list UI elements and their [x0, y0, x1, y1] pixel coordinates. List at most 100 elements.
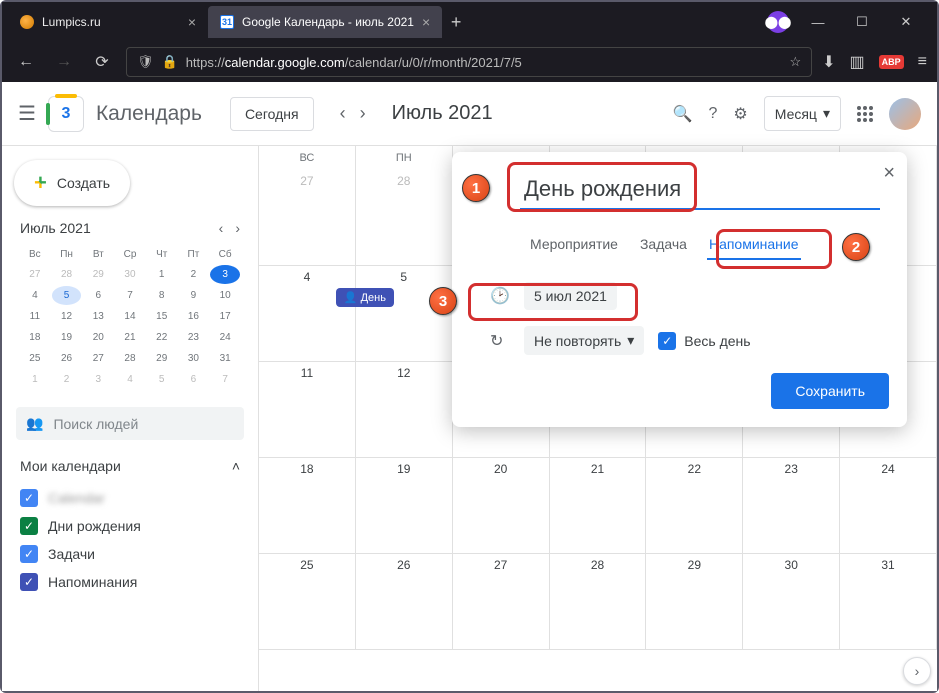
mini-day[interactable]: 4 — [115, 370, 145, 389]
apps-grid-icon[interactable] — [857, 106, 873, 122]
calendar-cell[interactable]: 11 — [259, 362, 356, 458]
tab-gcal[interactable]: 31 Google Календарь - июль 2021 × — [208, 6, 442, 38]
search-icon[interactable]: 🔍 — [673, 104, 693, 124]
mini-day[interactable]: 14 — [115, 307, 145, 326]
calendar-item[interactable]: ✓Calendar — [20, 484, 240, 512]
mini-day[interactable]: 2 — [179, 265, 209, 284]
mini-day[interactable]: 18 — [20, 328, 50, 347]
mini-day[interactable]: 31 — [210, 349, 240, 368]
mini-next-icon[interactable]: › — [235, 220, 240, 236]
mini-day[interactable]: 7 — [210, 370, 240, 389]
mini-day[interactable]: 17 — [210, 307, 240, 326]
create-button[interactable]: + Создать — [14, 160, 130, 206]
calendar-cell[interactable]: 24 — [840, 458, 937, 554]
minimize-button[interactable]: — — [803, 15, 833, 30]
mini-day[interactable]: 16 — [179, 307, 209, 326]
back-button[interactable]: ← — [12, 48, 40, 76]
date-picker[interactable]: 5 июл 2021 — [524, 282, 617, 310]
mini-day[interactable]: 1 — [20, 370, 50, 389]
settings-icon[interactable]: ⚙ — [733, 104, 747, 124]
calendar-item[interactable]: ✓Задачи — [20, 540, 240, 568]
calendar-cell[interactable]: 28 — [550, 554, 647, 650]
forward-button[interactable]: → — [50, 48, 78, 76]
calendar-item[interactable]: ✓Напоминания — [20, 568, 240, 596]
mini-day[interactable]: 27 — [20, 265, 50, 284]
mini-day[interactable]: 26 — [52, 349, 82, 368]
calendar-cell[interactable]: 20 — [453, 458, 550, 554]
bookmark-icon[interactable]: ☆ — [789, 54, 801, 70]
mini-day[interactable]: 3 — [83, 370, 113, 389]
calendar-cell[interactable]: 19 — [356, 458, 453, 554]
library-icon[interactable]: ▥ — [850, 52, 865, 72]
calendar-cell[interactable]: 25 — [259, 554, 356, 650]
calendar-cell[interactable]: 31 — [840, 554, 937, 650]
mini-day[interactable]: 13 — [83, 307, 113, 326]
mini-day[interactable]: 28 — [52, 265, 82, 284]
chevron-up-icon[interactable]: ˄ — [232, 458, 240, 474]
mini-day[interactable]: 15 — [147, 307, 177, 326]
calendar-cell[interactable]: 28 — [356, 170, 453, 266]
close-window-button[interactable]: ✕ — [891, 14, 921, 30]
mini-day[interactable]: 5 — [52, 286, 82, 305]
mini-day[interactable]: 20 — [83, 328, 113, 347]
event-title-input[interactable] — [520, 170, 880, 210]
tab-close-icon[interactable]: × — [422, 14, 430, 30]
maximize-button[interactable]: ☐ — [847, 14, 877, 30]
calendar-cell[interactable]: 27 — [453, 554, 550, 650]
mini-day[interactable]: 2 — [52, 370, 82, 389]
mini-day[interactable]: 29 — [147, 349, 177, 368]
popup-close-icon[interactable]: × — [883, 162, 895, 185]
menu-icon[interactable]: ≡ — [918, 53, 927, 71]
event-chip[interactable]: 👤 День — [336, 288, 394, 307]
mini-day[interactable]: 9 — [179, 286, 209, 305]
mini-day[interactable]: 21 — [115, 328, 145, 347]
prev-month-icon[interactable]: ‹ — [336, 99, 350, 128]
repeat-select[interactable]: Не повторять▾ — [524, 326, 644, 355]
mini-day[interactable]: 30 — [179, 349, 209, 368]
tab-event[interactable]: Мероприятие — [528, 230, 620, 260]
calendar-cell[interactable]: 30 — [743, 554, 840, 650]
calendar-cell[interactable]: 23 — [743, 458, 840, 554]
mini-day[interactable]: 6 — [83, 286, 113, 305]
mini-day[interactable]: 30 — [115, 265, 145, 284]
new-tab-button[interactable]: + — [442, 12, 470, 33]
tab-task[interactable]: Задача — [638, 230, 689, 260]
calendar-cell[interactable]: 21 — [550, 458, 647, 554]
mini-day[interactable]: 3 — [210, 265, 240, 284]
next-month-icon[interactable]: › — [356, 99, 370, 128]
avatar[interactable] — [889, 98, 921, 130]
mini-day[interactable]: 7 — [115, 286, 145, 305]
tab-close-icon[interactable]: × — [188, 14, 196, 30]
mini-day[interactable]: 12 — [52, 307, 82, 326]
mini-day[interactable]: 5 — [147, 370, 177, 389]
tab-reminder[interactable]: Напоминание — [707, 230, 801, 260]
mini-day[interactable]: 24 — [210, 328, 240, 347]
mini-day[interactable]: 27 — [83, 349, 113, 368]
calendar-cell[interactable]: 29 — [646, 554, 743, 650]
calendar-item[interactable]: ✓Дни рождения — [20, 512, 240, 540]
mini-day[interactable]: 25 — [20, 349, 50, 368]
search-people-input[interactable]: 👥 Поиск людей — [16, 407, 244, 440]
calendar-cell[interactable]: 12 — [356, 362, 453, 458]
mini-day[interactable]: 8 — [147, 286, 177, 305]
mini-prev-icon[interactable]: ‹ — [219, 220, 224, 236]
mini-day[interactable]: 10 — [210, 286, 240, 305]
tab-lumpics[interactable]: Lumpics.ru × — [8, 6, 208, 38]
mini-day[interactable]: 19 — [52, 328, 82, 347]
help-icon[interactable]: ? — [709, 105, 718, 123]
mini-day[interactable]: 28 — [115, 349, 145, 368]
abp-icon[interactable]: ABP — [879, 55, 904, 69]
calendar-cell[interactable]: 27 — [259, 170, 356, 266]
calendar-cell[interactable]: 18 — [259, 458, 356, 554]
reload-button[interactable]: ⟳ — [88, 48, 116, 76]
calendar-cell[interactable]: 4 — [259, 266, 356, 362]
mini-day[interactable]: 29 — [83, 265, 113, 284]
calendar-cell[interactable]: 22 — [646, 458, 743, 554]
hamburger-icon[interactable]: ☰ — [18, 101, 36, 126]
url-input[interactable]: 🛡 🔒 https://calendar.google.com/calendar… — [126, 47, 812, 77]
today-button[interactable]: Сегодня — [230, 97, 314, 131]
mini-day[interactable]: 6 — [179, 370, 209, 389]
mini-day[interactable]: 4 — [20, 286, 50, 305]
mini-day[interactable]: 22 — [147, 328, 177, 347]
expand-sidepanel-button[interactable]: › — [903, 657, 931, 685]
